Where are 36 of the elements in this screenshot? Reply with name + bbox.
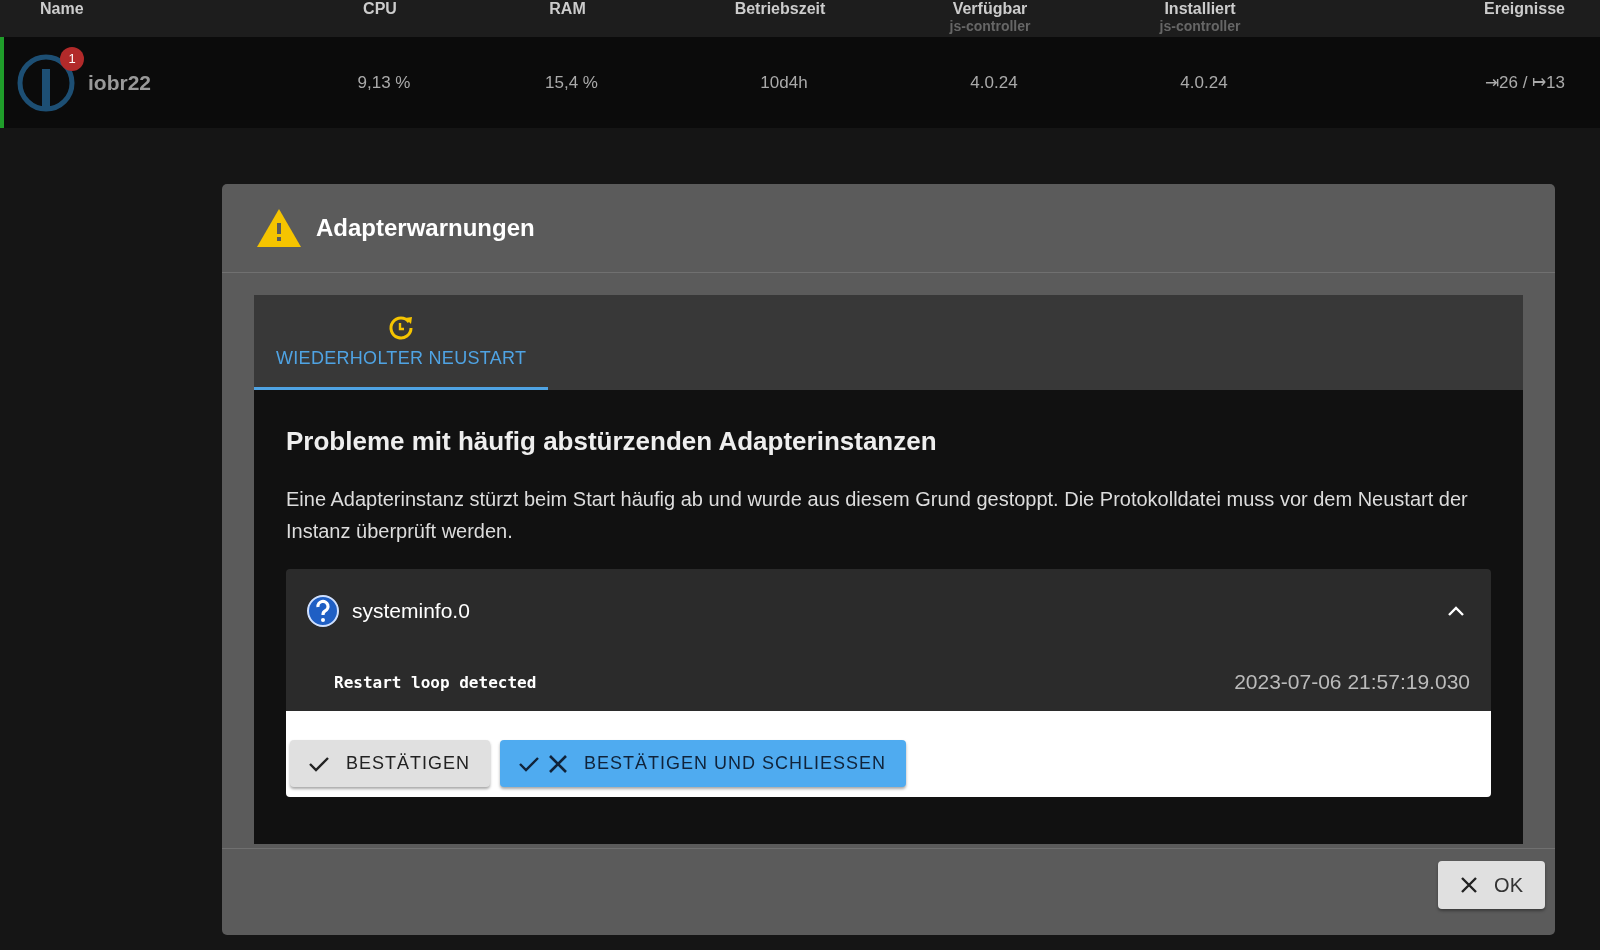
column-header: Betriebszeit <box>734 0 826 18</box>
section-heading: Probleme mit häufig abstürzenden Adapterinstanzen <box>286 426 938 457</box>
question-icon <box>306 594 340 628</box>
column-header: Verfügbar <box>952 0 1028 18</box>
instance-name: systeminfo.0 <box>352 599 471 623</box>
confirm-close-button[interactable]: BESTÄTIGEN UND SCHLIESSEN <box>500 740 907 787</box>
table-cell-text: 10d4h <box>759 72 809 93</box>
notification-badge: 1 <box>60 46 84 71</box>
table-cell-text: 4.0.24 <box>969 72 1019 93</box>
host-row[interactable]: 1 iobr22 9,13 % 15,4 % 10d4h 4.0.24 4.0.24 ⇥26 / ↦13 <box>0 37 1600 128</box>
table-cell-text: 9,13 % <box>356 72 412 93</box>
table-cell-text: 15,4 % <box>544 72 599 93</box>
column-subheader: js-controller <box>949 18 1031 34</box>
table-cell-text: ⇥26 / ↦13 <box>1484 72 1565 93</box>
instance-header[interactable]: systeminfo.0 <box>286 569 1491 653</box>
logo-icon <box>16 52 76 113</box>
check-icon <box>308 754 330 773</box>
column-header: Installiert <box>1164 0 1236 18</box>
dialog-title: Adapterwarnungen <box>316 214 535 242</box>
column-header: CPU <box>363 0 397 18</box>
column-header: RAM <box>549 0 586 18</box>
close-icon <box>1460 876 1479 894</box>
host-name: iobr22 <box>88 70 152 95</box>
column-header: Ereignisse <box>1484 0 1565 18</box>
close-icon <box>548 753 569 774</box>
table-cell-text: 4.0.24 <box>1179 72 1229 93</box>
confirm-button[interactable]: BESTÄTIGEN <box>290 740 491 787</box>
column-header: Name <box>40 0 84 18</box>
warning-icon <box>256 208 302 248</box>
description-text: Eine Adapterinstanz stürzt beim Start häufig ab und wurde aus diesem Grund gestoppt. Die Protokolldatei muss vor dem Neustart der Instanz überprüft werden. <box>286 487 1469 544</box>
chevron-icon[interactable] <box>1447 605 1465 617</box>
timestamp: 2023-07-06 21:57:19.030 <box>1234 670 1470 694</box>
column-subheader: js-controller <box>1159 18 1241 34</box>
ok-button[interactable]: OK <box>1438 861 1545 909</box>
check-icon <box>518 754 541 773</box>
log-message: Restart loop detected <box>334 672 537 692</box>
